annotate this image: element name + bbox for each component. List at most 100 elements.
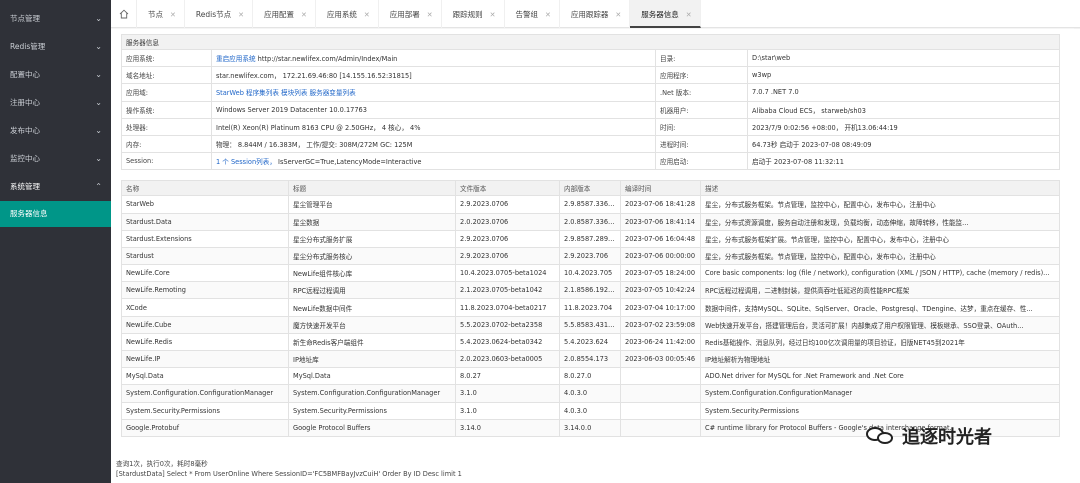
table-cell: 星尘管理平台 — [288, 195, 456, 214]
sidebar-item-monitor-center[interactable]: 监控中心 ⌄ — [0, 145, 111, 173]
close-icon[interactable]: ✕ — [615, 11, 621, 19]
sidebar-item-config-center[interactable]: 配置中心 ⌄ — [0, 61, 111, 89]
table-cell: RPC远程过程调用，二进制封装，提供高吞吐低延迟的高性能RPC框架 — [700, 281, 1060, 300]
tab-6[interactable]: 告警组 ✕ — [505, 0, 560, 28]
sidebar-item-node-management[interactable]: 节点管理 ⌄ — [0, 5, 111, 33]
info-label: 应用程序: — [655, 66, 748, 85]
sidebar-item-label: 节点管理 — [10, 14, 40, 23]
table-row: Stardust.Data 星尘数据 2.0.2023.0706 2.0.8587.3… — [121, 212, 1060, 231]
tab-label: 节点 — [148, 10, 163, 19]
tab-4[interactable]: 应用部署 ✕ — [379, 0, 442, 28]
sidebar-item-system-management[interactable]: 系统管理 ⌃ — [0, 173, 111, 201]
table-cell: 10.4.2023.705 — [559, 264, 621, 283]
sidebar-item-registry-center[interactable]: 注册中心 ⌄ — [0, 89, 111, 117]
table-cell: NewLife.Remoting — [121, 281, 289, 300]
table-cell: NewLife.Cube — [121, 315, 289, 334]
sidebar-submenu: 服务器信息 — [0, 201, 111, 227]
info-label: 进程时间: — [655, 134, 748, 154]
info-value-text[interactable]: StarWeb 程序集列表 模块列表 服务器变量列表 — [216, 89, 356, 97]
table-cell — [620, 384, 701, 403]
table-cell: 2.9.8587.33644 — [559, 195, 621, 214]
tab-5[interactable]: 跟踪规则 ✕ — [442, 0, 505, 28]
main-content: 服务器信息 应用系统: 重启应用系统 http://star.newlifex.c… — [111, 29, 1080, 483]
table-cell: 2.9.2023.706 — [559, 246, 621, 266]
chevron-down-icon: ⌄ — [95, 14, 102, 23]
info-value: star.newlifex.com， 172.21.69.46:80 [14.1… — [211, 66, 656, 85]
close-icon[interactable]: ✕ — [364, 11, 370, 19]
info-label: 应用域: — [121, 83, 212, 102]
tab-8[interactable]: 服务器信息 ✕ — [630, 0, 701, 28]
info-link[interactable]: 1 个 Session列表， — [216, 158, 276, 166]
close-icon[interactable]: ✕ — [490, 11, 496, 19]
tab-1[interactable]: Redis节点 ✕ — [185, 0, 253, 28]
close-icon[interactable]: ✕ — [170, 11, 176, 19]
table-cell: ADO.Net driver for MySQL for .Net Framew… — [700, 367, 1060, 386]
table-cell: 5.5.8583.43174 — [559, 315, 621, 334]
table-cell: 星尘，分布式服务框架。节点管理，监控中心，配置中心，发布中心，注册中心 — [700, 246, 1060, 266]
info-value: w3wp — [746, 66, 1061, 85]
info-label: Session: — [121, 152, 212, 171]
info-label: 应用启动: — [655, 152, 748, 171]
close-icon[interactable]: ✕ — [545, 11, 551, 19]
sidebar-item-redis-management[interactable]: Redis管理 ⌄ — [0, 33, 111, 61]
info-value-text: 物理： 8.844M / 16.383M， 工作/提交: 308M/272M G… — [216, 141, 413, 150]
table-cell: StarWeb — [121, 195, 289, 214]
sidebar-item-release-center[interactable]: 发布中心 ⌄ — [0, 117, 111, 145]
info-label: 处理器: — [121, 117, 212, 136]
close-icon[interactable]: ✕ — [238, 11, 244, 19]
column-header[interactable]: 标题 — [288, 180, 456, 197]
column-header[interactable]: 内部版本 — [559, 180, 621, 197]
info-value: StarWeb 程序集列表 模块列表 服务器变量列表 — [211, 83, 656, 102]
chevron-down-icon: ⌄ — [95, 42, 102, 51]
table-row: NewLife.Redis 新生命Redis客户端组件 5.4.2023.0624-… — [121, 332, 1060, 352]
chevron-down-icon: ⌄ — [95, 126, 102, 135]
close-icon[interactable]: ✕ — [301, 11, 307, 19]
column-header[interactable]: 编译时间 — [620, 180, 701, 197]
table-cell: 2.0.8587.33637 — [559, 212, 621, 231]
table-cell: System.Security.Permissions — [288, 401, 456, 420]
info-value: 物理： 8.844M / 16.383M， 工作/提交: 308M/272M G… — [211, 134, 656, 154]
info-value: 2023/7/9 0:02:56 +08:00， 开机13.06:44:19 — [746, 117, 1061, 136]
server-info-table: 服务器信息 应用系统: 重启应用系统 http://star.newlifex.c… — [120, 34, 1061, 171]
table-cell: MySql.Data — [288, 367, 456, 386]
table-cell: 2.0.2023.0603-beta0005 — [455, 349, 560, 369]
table-cell: 3.1.0 — [455, 401, 560, 420]
table-cell — [620, 401, 701, 420]
close-icon[interactable]: ✕ — [427, 11, 433, 19]
info-value: Alibaba Cloud ECS， starweb/sh03 — [746, 100, 1061, 119]
tab-label: 告警组 — [515, 10, 539, 19]
column-header[interactable]: 文件版本 — [455, 180, 560, 197]
tab-2[interactable]: 应用配置 ✕ — [253, 0, 316, 28]
table-cell: 2.0.8554.173 — [559, 349, 621, 369]
table-cell: 2023-07-06 18:41:28 — [620, 195, 701, 214]
table-cell: 8.0.27 — [455, 367, 560, 386]
info-link[interactable]: 重启应用系统 — [216, 55, 256, 63]
info-value: 启动于 2023-07-08 11:32:11 — [746, 152, 1061, 171]
info-value: Windows Server 2019 Datacenter 10.0.1776… — [211, 100, 656, 119]
tab-label: 应用部署 — [389, 10, 420, 19]
sidebar: 节点管理 ⌄ Redis管理 ⌄ 配置中心 ⌄ 注册中心 ⌄ 发布中心 ⌄ 监控中心 ⌄ 系统管理 ⌃ 服… — [0, 0, 111, 483]
close-icon[interactable]: ✕ — [686, 11, 692, 19]
components-table: 名称 标题 文件版本 内部版本 编译时间 描述 StarWeb 星尘管理平台 2.9.2023… — [121, 180, 1060, 437]
table-cell: Stardust.Extensions — [121, 229, 289, 248]
table-cell: 2.9.2023.0706 — [455, 246, 560, 266]
tab-7[interactable]: 应用跟踪器 ✕ — [560, 0, 631, 28]
sidebar-item-label: 配置中心 — [10, 70, 40, 79]
table-cell: 2.1.8586.19272 — [559, 281, 621, 300]
table-cell: NewLife.Core — [121, 264, 289, 283]
table-cell: NewLife数据中间件 — [288, 298, 456, 317]
table-cell: 魔方快速开发平台 — [288, 315, 456, 334]
table-cell: 2023-07-02 23:59:08 — [620, 315, 701, 334]
info-label: 机器用户: — [655, 100, 748, 119]
table-cell: 3.14.0.0 — [559, 418, 621, 437]
table-cell: Redis基础操作、消息队列，经过日均100亿次调用量的项目验证，旧版NET45… — [700, 332, 1060, 352]
table-cell: 2.9.2023.0706 — [455, 195, 560, 214]
tab-0[interactable]: 节点 ✕ — [137, 0, 185, 28]
sidebar-item-server-info[interactable]: 服务器信息 — [0, 201, 111, 227]
tab-3[interactable]: 应用系统 ✕ — [316, 0, 379, 28]
column-header[interactable]: 描述 — [700, 180, 1060, 197]
column-header[interactable]: 名称 — [121, 180, 289, 197]
table-cell: NewLife组件核心库 — [288, 264, 456, 283]
home-tab[interactable] — [111, 0, 137, 28]
table-cell: 星尘数据 — [288, 212, 456, 231]
